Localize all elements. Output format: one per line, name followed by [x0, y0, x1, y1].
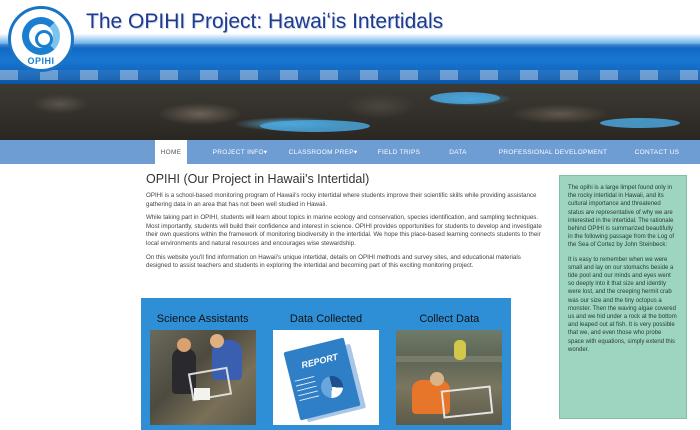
page-title: OPIHI (Our Project in Hawaii's Intertida…: [146, 172, 370, 186]
learning-paragraph: While taking part in OPIHI, students wil…: [146, 214, 542, 247]
report-graphic-icon[interactable]: REPORT: [272, 330, 379, 425]
feature-data-collected[interactable]: Data Collected REPORT: [272, 313, 380, 430]
main-nav: HOME PROJECT INFO▾ CLASSROOM PREP▾ FIELD…: [0, 140, 700, 164]
banner-tidepool: [430, 92, 500, 104]
nav-classroom-prep[interactable]: CLASSROOM PREP▾: [281, 140, 365, 164]
site-logo[interactable]: OPIHI: [8, 6, 74, 72]
sidebar-paragraph: The opihi is a large limpet found only i…: [568, 185, 675, 249]
banner-surf: [0, 70, 700, 80]
feature-panel: Science Assistants Data Collected REPORT…: [141, 298, 511, 430]
opihi-sidebar: The opihi is a large limpet found only i…: [559, 175, 687, 419]
site-title: The OPIHI Project: Hawaiʻis Intertidals: [86, 10, 444, 33]
sidebar-quote: It is easy to remember when we were smal…: [568, 256, 677, 353]
banner-tidepool: [260, 120, 370, 132]
nav-contact-us[interactable]: CONTACT US: [627, 140, 687, 164]
logo-icon: [22, 16, 60, 55]
nav-field-trips[interactable]: FIELD TRIPS: [371, 140, 427, 164]
students-photo-icon[interactable]: [149, 330, 256, 425]
nav-home[interactable]: HOME: [155, 140, 187, 164]
banner-tidepool: [600, 118, 680, 128]
website-paragraph: On this website you'll find information …: [146, 253, 521, 270]
intro-paragraph: OPIHI is a school-based monitoring progr…: [146, 192, 537, 208]
logo-text: OPIHI: [27, 55, 55, 66]
feature-title[interactable]: Science Assistants: [157, 313, 249, 325]
feature-title[interactable]: Data Collected: [290, 313, 362, 325]
nav-data[interactable]: DATA: [441, 140, 475, 164]
nav-project-info[interactable]: PROJECT INFO▾: [199, 140, 281, 164]
banner-rocks: [0, 84, 700, 140]
feature-title[interactable]: Collect Data: [419, 313, 479, 325]
nav-professional-development[interactable]: PROFESSIONAL DEVELOPMENT: [493, 140, 613, 164]
field-survey-photo-icon[interactable]: [396, 330, 503, 425]
feature-science-assistants[interactable]: Science Assistants: [149, 313, 257, 430]
feature-collect-data[interactable]: Collect Data: [395, 313, 503, 430]
main-content: OPIHI (Our Project in Hawaii's Intertida…: [146, 172, 546, 276]
